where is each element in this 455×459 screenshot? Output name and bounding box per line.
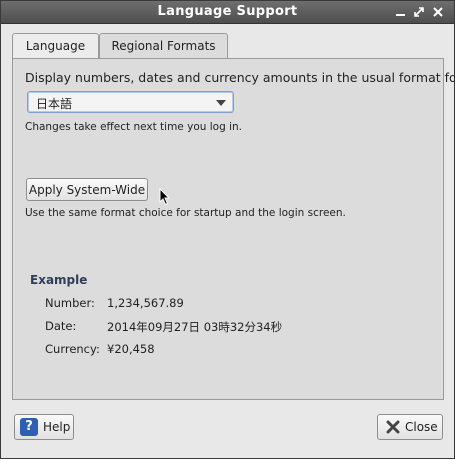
number-value: 1,234,567.89 [107, 296, 184, 310]
tab-language[interactable]: Language [12, 33, 99, 58]
currency-label: Currency: [45, 342, 100, 356]
format-combobox[interactable]: 日本語 [27, 91, 234, 113]
maximize-icon[interactable] [411, 4, 427, 20]
help-icon: ? [20, 418, 38, 436]
title-bar[interactable]: Language Support [1, 1, 454, 24]
tab-regional-formats[interactable]: Regional Formats [99, 33, 228, 59]
date-value: 2014年09月27日 03時32分34秒 [107, 320, 283, 334]
format-selected-value: 日本語 [36, 97, 73, 111]
help-button[interactable]: ? Help [14, 414, 74, 440]
format-hint: Changes take effect next time you log in… [25, 121, 242, 133]
close-button[interactable]: Close [377, 414, 443, 440]
close-window-icon[interactable] [430, 4, 446, 20]
format-prompt: Display numbers, dates and currency amou… [25, 70, 455, 85]
apply-hint: Use the same format choice for startup a… [25, 207, 346, 219]
minimize-icon[interactable] [393, 4, 409, 20]
mouse-pointer-icon [159, 187, 171, 210]
apply-system-wide-button[interactable]: Apply System-Wide [26, 178, 148, 201]
apply-button-label: Apply System-Wide [28, 183, 146, 197]
help-button-label: Help [43, 420, 71, 434]
date-label: Date: [45, 319, 77, 333]
close-button-label: Close [405, 420, 438, 434]
window-title: Language Support [157, 4, 298, 19]
regional-formats-panel: Display numbers, dates and currency amou… [12, 58, 455, 400]
language-support-window: Language Support Language Regional Forma… [0, 0, 455, 459]
example-heading: Example [30, 273, 88, 287]
dropdown-arrow-icon [216, 100, 226, 106]
currency-value: ¥20,458 [107, 342, 155, 356]
number-label: Number: [45, 296, 95, 310]
close-x-icon [386, 420, 400, 437]
